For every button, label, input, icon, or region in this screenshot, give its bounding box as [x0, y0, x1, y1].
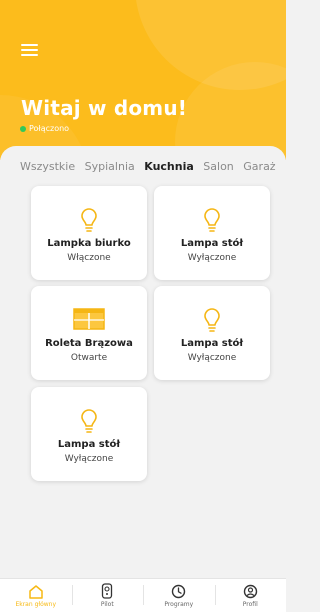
- device-name: Roleta Brązowa: [45, 338, 133, 349]
- bottom-nav: Ekran główny Pilot Programy Profil: [0, 578, 286, 612]
- nav-label: Profil: [242, 601, 258, 608]
- tab-wszystkie[interactable]: Wszystkie: [20, 160, 75, 173]
- tab-sypialnia[interactable]: Sypialnia: [85, 160, 135, 173]
- device-name: Lampa stół: [180, 338, 244, 349]
- tab-garaz[interactable]: Garaż: [243, 160, 275, 173]
- connection-status: Połączono: [20, 124, 69, 133]
- nav-home[interactable]: Ekran główny: [0, 579, 72, 612]
- bulb-icon: [204, 208, 220, 232]
- home-icon: [29, 585, 43, 599]
- device-card[interactable]: Lampka biurko Włączone: [31, 186, 147, 280]
- nav-profile[interactable]: Profil: [214, 579, 287, 612]
- main-panel: Wszystkie Sypialnia Kuchnia Salon Garaż …: [0, 146, 286, 578]
- device-card[interactable]: Roleta Brązowa Otwarte: [31, 286, 147, 380]
- device-state: Wyłączone: [64, 454, 114, 464]
- bulb-icon: [81, 409, 97, 433]
- device-name: Lampka biurko: [47, 238, 131, 249]
- nav-label: Ekran główny: [15, 601, 57, 608]
- header: Witaj w domu! Połączono: [0, 0, 286, 160]
- profile-icon: [243, 584, 257, 599]
- device-state: Włączone: [67, 253, 111, 263]
- clock-icon: [172, 584, 186, 599]
- room-tabs: Wszystkie Sypialnia Kuchnia Salon Garaż: [20, 160, 286, 173]
- status-label: Połączono: [29, 124, 70, 133]
- device-card[interactable]: Lampa stół Wyłączone: [31, 387, 147, 481]
- device-name: Lampa stół: [57, 439, 121, 450]
- bulb-icon: [204, 308, 220, 332]
- device-state: Wyłączone: [187, 353, 237, 363]
- hamburger-menu-icon[interactable]: [21, 44, 38, 57]
- nav-label: Pilot: [100, 601, 114, 608]
- nav-programs[interactable]: Programy: [143, 579, 215, 612]
- tab-salon[interactable]: Salon: [203, 160, 233, 173]
- device-state: Wyłączone: [187, 253, 237, 263]
- device-name: Lampa stół: [180, 238, 244, 249]
- device-state: Otwarte: [70, 353, 108, 363]
- nav-remote[interactable]: Pilot: [71, 579, 144, 612]
- status-dot-icon: [20, 125, 26, 132]
- tab-kuchnia[interactable]: Kuchnia: [144, 160, 194, 173]
- bulb-icon: [81, 208, 97, 232]
- blind-icon: [73, 308, 105, 330]
- nav-label: Programy: [164, 601, 194, 608]
- page-title: Witaj w domu!: [21, 96, 188, 120]
- device-card[interactable]: Lampa stół Wyłączone: [154, 186, 270, 280]
- device-card[interactable]: Lampa stół Wyłączone: [154, 286, 270, 380]
- remote-icon: [102, 583, 113, 599]
